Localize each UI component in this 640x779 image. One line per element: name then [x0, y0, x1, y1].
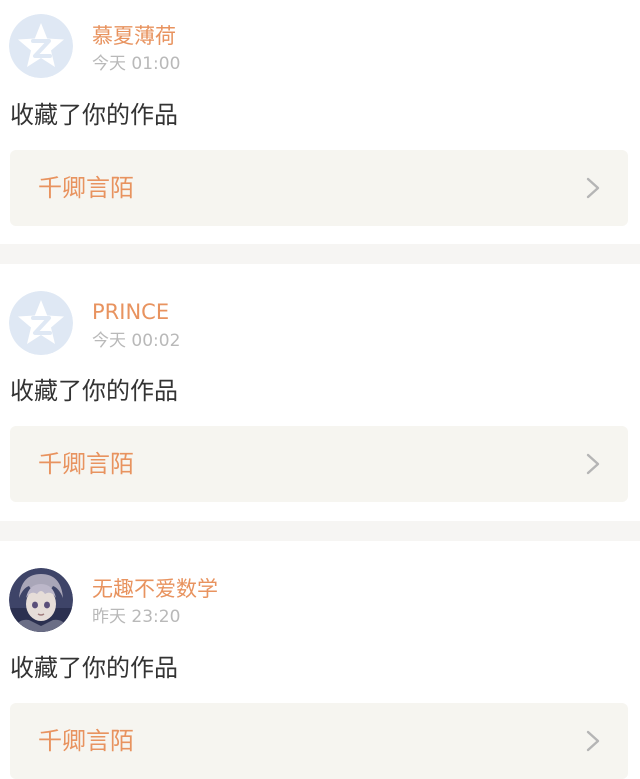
notification-card: PRINCE 今天 00:02 收藏了你的作品 千卿言陌 [0, 264, 640, 521]
avatar[interactable] [9, 291, 73, 355]
chevron-right-icon [586, 453, 600, 475]
section-divider [0, 521, 640, 541]
timestamp: 昨天 23:20 [92, 607, 181, 627]
action-text: 收藏了你的作品 [10, 377, 178, 405]
notification-card: 无趣不爱数学 昨天 23:20 收藏了你的作品 千卿言陌 [0, 541, 640, 779]
work-title: 千卿言陌 [38, 727, 134, 755]
action-text: 收藏了你的作品 [10, 101, 178, 129]
username[interactable]: 无趣不爱数学 [92, 576, 218, 602]
work-link-card[interactable]: 千卿言陌 [10, 703, 628, 779]
qzone-default-avatar-icon [9, 291, 73, 355]
work-title: 千卿言陌 [38, 450, 134, 478]
section-divider [0, 244, 640, 264]
chevron-right-icon [586, 177, 600, 199]
username[interactable]: 慕夏薄荷 [92, 23, 176, 49]
action-text: 收藏了你的作品 [10, 654, 178, 682]
work-title: 千卿言陌 [38, 174, 134, 202]
username[interactable]: PRINCE [92, 299, 169, 325]
timestamp: 今天 00:02 [92, 331, 181, 351]
notification-feed: 慕夏薄荷 今天 01:00 收藏了你的作品 千卿言陌 PRINCE 今天 00:… [0, 0, 640, 779]
timestamp: 今天 01:00 [92, 54, 181, 74]
qzone-default-avatar-icon [9, 14, 73, 78]
notification-card: 慕夏薄荷 今天 01:00 收藏了你的作品 千卿言陌 [0, 0, 640, 244]
work-link-card[interactable]: 千卿言陌 [10, 426, 628, 502]
chevron-right-icon [586, 730, 600, 752]
anime-character-avatar-icon [9, 568, 73, 632]
avatar[interactable] [9, 14, 73, 78]
work-link-card[interactable]: 千卿言陌 [10, 150, 628, 226]
avatar[interactable] [9, 568, 73, 632]
